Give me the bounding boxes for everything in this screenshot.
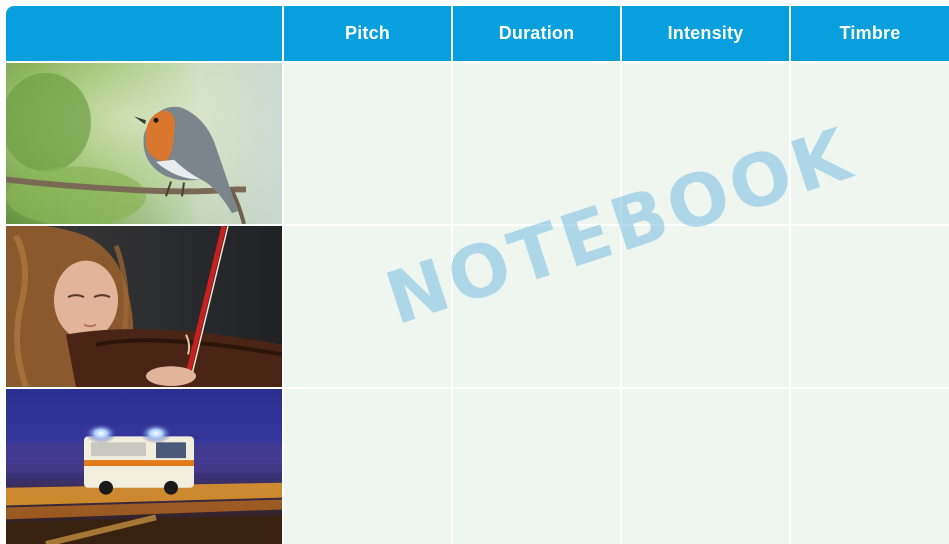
header-duration: Duration [451,6,620,61]
cell-robin-timbre[interactable] [789,61,949,224]
notebook-table-sheet: Pitch Duration Intensity Timbre NOTEBOOK [6,6,949,544]
cell-robin-intensity[interactable] [620,61,789,224]
cell-ambulance-pitch[interactable] [282,387,451,544]
ambulance-night-image [6,389,282,544]
violin-girl-photo [6,224,282,387]
cell-robin-pitch[interactable] [282,61,451,224]
sound-properties-table: Pitch Duration Intensity Timbre [6,6,949,544]
cell-violin-timbre[interactable] [789,224,949,387]
header-timbre: Timbre [789,6,949,61]
robin-bird-image [6,63,282,224]
header-corner-cell [6,6,282,61]
ambulance-photo [6,387,282,544]
cell-ambulance-duration[interactable] [451,387,620,544]
cell-robin-duration[interactable] [451,61,620,224]
cell-ambulance-intensity[interactable] [620,387,789,544]
header-pitch: Pitch [282,6,451,61]
cell-violin-intensity[interactable] [620,224,789,387]
header-intensity: Intensity [620,6,789,61]
cell-ambulance-timbre[interactable] [789,387,949,544]
violin-girl-image [6,226,282,387]
cell-violin-duration[interactable] [451,224,620,387]
robin-bird-photo [6,61,282,224]
cell-violin-pitch[interactable] [282,224,451,387]
